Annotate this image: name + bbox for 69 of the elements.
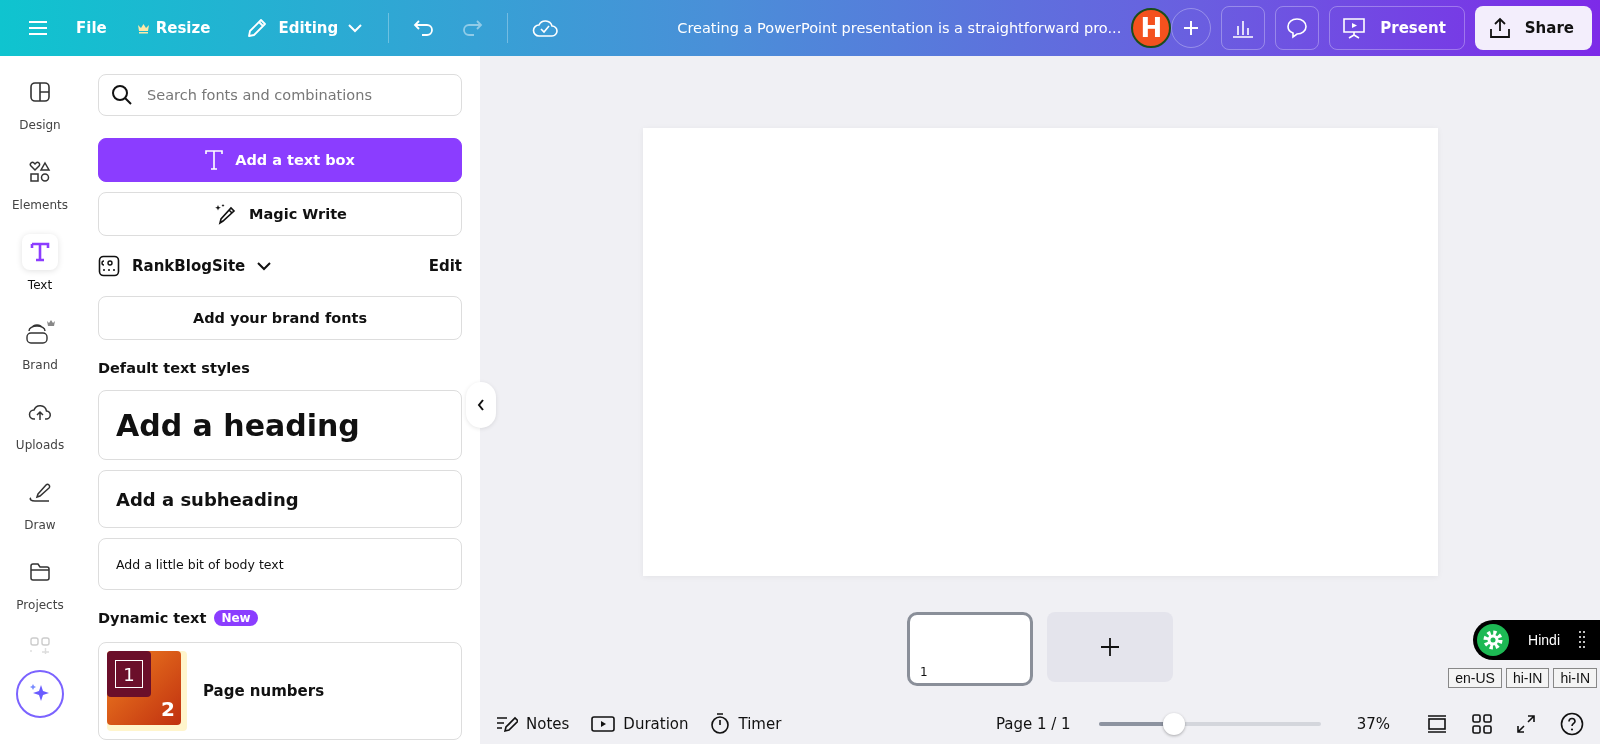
body-style-button[interactable]: Add a little bit of body text <box>98 538 462 590</box>
search-bar[interactable]: Search fonts and combinations <box>98 74 462 116</box>
new-badge: New <box>214 610 258 626</box>
sidebar-item[interactable]: Uploads <box>2 394 78 474</box>
language-widget[interactable]: Hindi <box>1473 620 1600 660</box>
sidebar-item[interactable]: Draw <box>2 474 78 554</box>
fullscreen-icon[interactable] <box>1516 714 1536 734</box>
cloud-upload-icon <box>28 402 52 422</box>
section-heading: Default text styles <box>98 360 251 376</box>
edit-button[interactable]: Edit <box>428 257 462 275</box>
sidebar-item[interactable]: Brand <box>2 314 78 394</box>
play-icon <box>591 715 616 733</box>
timer-icon <box>710 713 731 735</box>
folder-icon <box>29 562 51 582</box>
zoom-slider-thumb[interactable] <box>1163 713 1186 735</box>
section-heading: Dynamic text <box>98 610 207 626</box>
plus-icon <box>1100 637 1120 657</box>
language-tag[interactable]: hi-IN <box>1553 668 1597 688</box>
subheading-style-button[interactable]: Add a subheading <box>98 470 462 528</box>
upload-icon <box>1488 17 1511 39</box>
crown-icon <box>136 22 150 34</box>
present-button[interactable]: Present <box>1329 6 1465 50</box>
chevron-down-icon <box>257 261 272 271</box>
collapse-panel-button[interactable] <box>466 382 496 428</box>
magic-pen-icon <box>213 202 238 226</box>
add-text-box-button[interactable]: Add a text box <box>98 138 462 182</box>
page-number-thumbnail: 1 2 <box>107 651 187 731</box>
search-icon <box>111 84 133 106</box>
heading-style-button[interactable]: Add a heading <box>98 390 462 460</box>
duration-button[interactable]: Duration <box>591 715 689 733</box>
document-title[interactable]: Creating a PowerPoint presentation is a straightforward pro... <box>564 20 1132 36</box>
chevron-left-icon <box>477 399 485 411</box>
add-brand-fonts-button[interactable]: Add your brand fonts <box>98 296 462 340</box>
pencil-icon <box>246 17 269 39</box>
language-tag[interactable]: en-US <box>1448 668 1502 688</box>
text-icon <box>29 241 51 263</box>
brand-kit-dropdown[interactable]: RankBlogSite <box>98 255 272 277</box>
notes-button[interactable]: Notes <box>496 715 570 733</box>
sidebar-item[interactable]: Design <box>2 74 78 154</box>
comment-icon[interactable] <box>1275 6 1320 50</box>
presentation-icon <box>1342 17 1367 39</box>
grid-view-icon[interactable] <box>1472 714 1492 734</box>
page-numbers-card[interactable]: 1 2 Page numbers <box>98 642 462 740</box>
language-tag[interactable]: hi-IN <box>1505 668 1550 688</box>
zoom-slider[interactable] <box>1098 713 1321 735</box>
timer-button[interactable]: Timer <box>710 713 782 735</box>
sidebar-item[interactable]: Projects <box>2 554 78 634</box>
sidebar-item[interactable]: Text <box>2 234 78 314</box>
chart-icon[interactable] <box>1221 6 1266 50</box>
plus-icon <box>1183 20 1200 36</box>
brand-kit-icon <box>98 255 120 277</box>
text-icon <box>205 150 224 170</box>
help-icon[interactable] <box>1560 712 1584 736</box>
brand-kit-icon <box>24 319 56 345</box>
slide-view-icon[interactable] <box>1426 714 1448 734</box>
page-indicator[interactable]: Page 1 / 1 <box>995 715 1071 733</box>
share-button[interactable]: Share <box>1474 6 1592 50</box>
notes-icon <box>496 715 518 733</box>
drag-handle-icon[interactable] <box>1578 630 1586 650</box>
gear-icon <box>1476 623 1511 657</box>
pen-icon <box>28 481 52 503</box>
sidebar-item[interactable]: Elements <box>2 154 78 234</box>
chevron-down-icon <box>348 23 363 33</box>
page-thumbnail[interactable]: 1 <box>907 612 1033 686</box>
magic-write-button[interactable]: Magic Write <box>98 192 462 236</box>
shapes-icon <box>29 161 51 183</box>
magic-sparkle-button[interactable] <box>16 670 64 718</box>
layout-icon <box>29 81 51 103</box>
zoom-percentage[interactable]: 37% <box>1356 715 1390 733</box>
